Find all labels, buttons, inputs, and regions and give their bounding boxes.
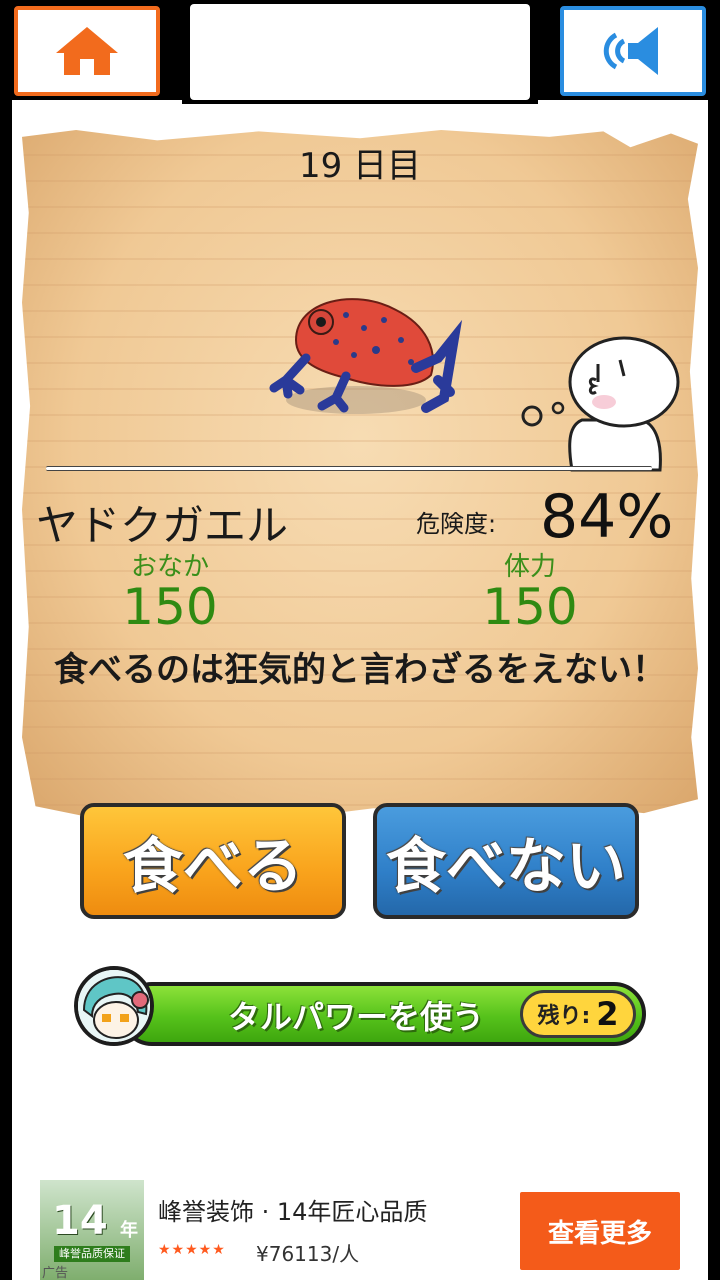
danger-label: 危険度: [416,510,497,538]
ad-image-badge: 峰誉品质保证 [54,1246,130,1262]
avatar [74,966,154,1046]
eat-button[interactable]: 食べる [80,803,346,919]
home-button[interactable] [14,6,160,96]
home-icon [56,27,118,75]
use-power-label: タルパワーを使う [228,998,485,1036]
ad-image[interactable]: 14 年 峰誉品质保证 广告 [40,1180,144,1280]
animal-name: ヤドクガエル [36,501,289,550]
remaining-label: 残り: [537,1004,591,1029]
top-center-panel [190,4,530,100]
verdict-message: 食べるのは狂気的と言わざるをえない！ [54,650,666,690]
frame-right [708,0,720,1280]
ad-image-years-unit: 年 [120,1220,138,1241]
ad-rating-stars: ★★★★★ [158,1242,226,1258]
danger-value: 84% [540,482,674,552]
mascot-character [512,330,682,480]
frog-illustration [266,280,466,440]
stamina-value: 150 [482,578,578,636]
frame-left [0,0,12,1280]
ad-title[interactable]: 峰誉装饰 · 14年匠心品质 [158,1192,427,1227]
speaker-icon [603,27,658,75]
top-divider-left [12,100,182,104]
day-counter: 19 日目 [298,146,422,186]
remaining-value: 2 [596,995,619,1033]
ad-price: ¥76113/人 [256,1242,360,1266]
ad-cta-button[interactable]: 查看更多 [520,1192,680,1270]
hunger-value: 150 [122,578,218,636]
ad-tag: 广告 [42,1266,69,1280]
sound-button[interactable] [560,6,706,96]
ad-image-years: 14 [52,1198,108,1244]
ground-line [46,466,652,471]
top-divider-right [538,100,708,104]
dont-eat-button[interactable]: 食べない [373,803,639,919]
remaining-badge: 残り: 2 [520,990,636,1038]
